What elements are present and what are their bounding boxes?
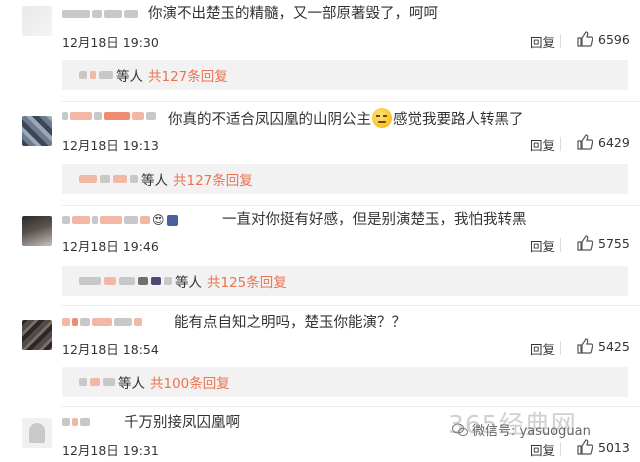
reply-button[interactable]: 回复 — [530, 339, 555, 358]
like-count: 5425 — [598, 338, 630, 354]
separator — [560, 137, 561, 151]
like-count: 5755 — [598, 235, 630, 251]
username-blurred[interactable] — [62, 5, 138, 23]
comment-time: 12月18日 19:46 — [62, 239, 159, 254]
comment-text: 能有点自知之明吗，楚玉你能演？？ — [174, 315, 406, 331]
comment-text: 你真的不适合凤囚凰的山阴公主 感觉我要路人转黑了 — [168, 108, 524, 129]
reply-button[interactable]: 回复 — [530, 32, 555, 51]
divider — [62, 305, 640, 306]
thumbs-up-icon — [577, 134, 593, 150]
separator — [560, 238, 561, 252]
like-count: 6596 — [598, 31, 630, 47]
like-button[interactable]: 5755 — [577, 235, 630, 251]
replies-summary[interactable]: 等人 共125条回复 — [62, 266, 628, 296]
wechat-label: 微信号: yasuoguan — [472, 424, 591, 439]
comment-text: 你演不出楚玉的精髓，又一部原著毁了，呵呵 — [148, 6, 438, 22]
replies-more-link[interactable]: 共100条回复 — [150, 372, 230, 392]
replies-who: 等人 — [118, 376, 145, 392]
thumbs-up-icon — [577, 31, 593, 47]
replies-summary[interactable]: 等人 共127条回复 — [62, 164, 628, 194]
divider — [62, 101, 640, 102]
replies-more-link[interactable]: 共127条回复 — [148, 65, 228, 85]
like-count: 5013 — [598, 439, 630, 455]
divider — [62, 205, 640, 206]
avatar[interactable] — [22, 320, 52, 350]
replies-who: 等人 — [141, 173, 168, 189]
reply-button[interactable]: 回复 — [530, 236, 555, 255]
avatar[interactable] — [22, 6, 52, 36]
like-button[interactable]: 5425 — [577, 338, 630, 354]
comment-text: 千万别接凤囚凰啊 — [124, 415, 240, 431]
thumbs-up-icon — [577, 235, 593, 251]
like-button[interactable]: 5013 — [577, 439, 630, 455]
comment-time: 12月18日 18:54 — [62, 342, 159, 357]
separator — [560, 341, 561, 355]
username-blurred[interactable] — [62, 413, 90, 431]
avatar[interactable] — [22, 116, 52, 146]
heart-eyes-emoji-icon: 😍 — [152, 213, 165, 227]
like-button[interactable]: 6429 — [577, 134, 630, 150]
replies-more-link[interactable]: 共125条回复 — [207, 271, 287, 291]
replies-summary[interactable]: 等人 共127条回复 — [62, 60, 628, 90]
username-blurred[interactable] — [62, 107, 156, 125]
username-blurred[interactable] — [62, 313, 142, 331]
member-badge-icon — [166, 214, 178, 226]
thumbs-up-icon — [577, 338, 593, 354]
separator — [560, 442, 561, 456]
reply-button[interactable]: 回复 — [530, 440, 555, 459]
username-blurred[interactable]: 😍 — [62, 211, 178, 229]
avatar[interactable] — [22, 418, 52, 448]
like-count: 6429 — [598, 134, 630, 150]
wechat-icon — [452, 423, 468, 436]
comment-text: 一直对你挺有好感，但是别演楚玉，我怕我转黑 — [222, 212, 527, 228]
grimace-emoji-icon — [372, 108, 392, 128]
separator — [560, 34, 561, 48]
avatar[interactable] — [22, 216, 52, 246]
replies-more-link[interactable]: 共127条回复 — [173, 169, 253, 189]
reply-button[interactable]: 回复 — [530, 135, 555, 154]
like-button[interactable]: 6596 — [577, 31, 630, 47]
wechat-id-overlay: 微信号: yasuoguan — [452, 420, 591, 439]
comment-time: 12月18日 19:13 — [62, 138, 159, 153]
comment-time: 12月18日 19:30 — [62, 35, 159, 50]
comment-time: 12月18日 19:31 — [62, 443, 159, 458]
replies-summary[interactable]: 等人 共100条回复 — [62, 367, 628, 397]
thumbs-up-icon — [577, 439, 593, 455]
replies-who: 等人 — [175, 275, 202, 291]
replies-who: 等人 — [116, 69, 143, 85]
